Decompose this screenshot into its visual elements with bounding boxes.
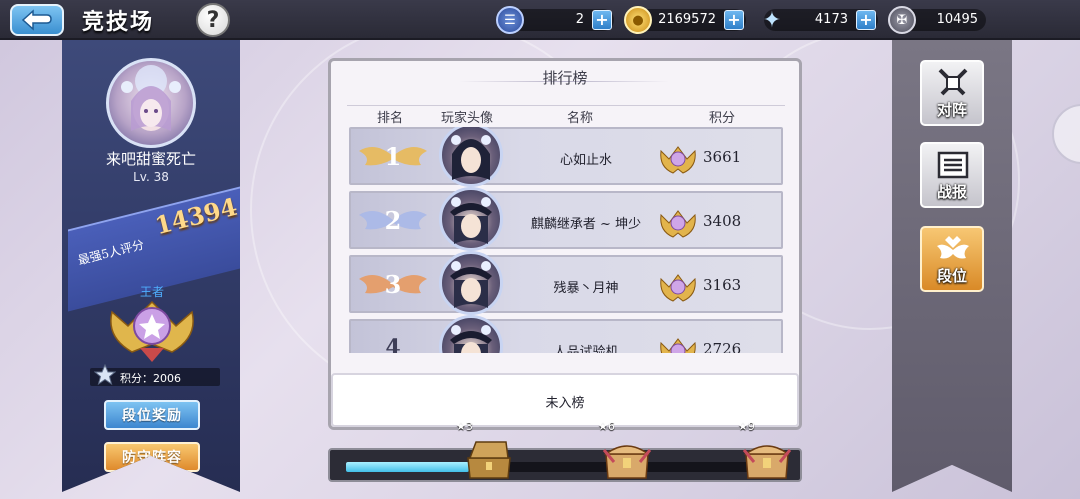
crystal-plus-button[interactable]: + xyxy=(856,10,876,30)
self-rank-status: 未入榜 xyxy=(545,396,585,411)
gold-plus-button[interactable]: + xyxy=(724,10,744,30)
back-arrow-icon xyxy=(21,9,52,31)
rank-wings-badge: 1 xyxy=(357,137,429,175)
column-rank: 排名 xyxy=(377,111,404,126)
chest-star-label: ★3 xyxy=(456,420,473,433)
self-rank-row: 未入榜 xyxy=(331,373,799,427)
rank-wings-badge: 3 xyxy=(357,265,429,303)
score-medal-icon xyxy=(660,146,696,174)
score-medal-icon xyxy=(660,210,696,238)
open-chest-icon xyxy=(467,441,511,479)
menu-label: 战报 xyxy=(936,183,967,201)
reward-chest-locked[interactable]: ★9 xyxy=(738,420,794,482)
score-cell: 3661 xyxy=(703,148,742,166)
progress-fill xyxy=(346,462,470,472)
menu-label: 对阵 xyxy=(936,101,967,119)
leaderboard-list[interactable]: 1 心如止水 3661 2 麒麟继承者 ~ 坤少 3408 3 残暴丶月神 31… xyxy=(349,127,783,353)
resource-gold: ● 2169572 + xyxy=(624,6,746,34)
resource-honor: ✠ 10495 xyxy=(888,6,986,34)
top-bar: 竞技场 ? ☰ 2 + ● 2169572 + ✦ 4173 + ✠ 10495 xyxy=(0,0,1080,40)
side-drawer-handle[interactable] xyxy=(1052,104,1080,164)
player-avatar-thumb[interactable] xyxy=(439,127,503,187)
menu-battle-report-button[interactable]: 战报 xyxy=(920,142,984,208)
rank-title: 王者 xyxy=(140,285,164,299)
resource-ticket: ☰ 2 + xyxy=(496,6,614,34)
player-avatar-thumb[interactable] xyxy=(439,315,503,353)
defense-lineup-button[interactable]: 防守阵容 xyxy=(104,442,200,472)
points-text: 积分：2006 xyxy=(120,372,181,385)
page-title: 竞技场 xyxy=(82,9,155,35)
points-star-icon xyxy=(94,364,116,386)
player-portrait-icon xyxy=(451,135,491,180)
column-name: 名称 xyxy=(567,111,594,126)
leaderboard-row[interactable]: 4 人品试验机 2726 xyxy=(349,315,783,353)
score-cell: 3163 xyxy=(703,276,742,294)
chest-star-label: ★9 xyxy=(738,420,755,433)
right-menu-panel: 对阵 战报 段位 xyxy=(892,40,1012,492)
rank-wings-icon xyxy=(937,236,969,259)
honor-shield-icon: ✠ xyxy=(888,6,916,34)
king-rank-badge-icon: 王者 xyxy=(110,285,194,362)
closed-chest-icon xyxy=(602,445,652,479)
help-button[interactable]: ? xyxy=(196,3,230,37)
chest-star-label: ★6 xyxy=(598,420,615,433)
crystal-count: 4173 xyxy=(814,12,848,27)
player-name-cell: 麒麟继承者 ~ 坤少 xyxy=(530,217,642,232)
menu-matchup-button[interactable]: 对阵 xyxy=(920,60,984,126)
player-name-cell: 残暴丶月神 xyxy=(553,281,619,296)
player-portrait-icon xyxy=(450,261,492,308)
ticket-plus-button[interactable]: + xyxy=(592,10,612,30)
rank-number: 2 xyxy=(384,205,402,235)
leaderboard-row[interactable]: 1 心如止水 3661 xyxy=(349,127,783,187)
column-avatar: 玩家头像 xyxy=(441,111,494,126)
reward-chest-locked[interactable]: ★6 xyxy=(598,420,654,482)
reward-chest-open[interactable]: ★3 xyxy=(456,420,516,482)
report-list-icon xyxy=(937,151,969,179)
leaderboard-row[interactable]: 3 残暴丶月神 3163 xyxy=(349,251,783,315)
menu-rank-button[interactable]: 段位 xyxy=(920,226,984,292)
player-avatar-thumb[interactable] xyxy=(439,187,503,251)
score-cell: 2726 xyxy=(703,340,742,353)
gold-coin-icon: ● xyxy=(624,6,652,34)
player-level: Lv. 38 xyxy=(133,170,169,184)
rank-wings-badge: 2 xyxy=(357,201,429,239)
header-divider xyxy=(347,105,785,106)
closed-chest-icon xyxy=(742,445,792,479)
ticket-icon: ☰ xyxy=(496,6,524,34)
honor-count: 10495 xyxy=(936,12,978,27)
crossed-swords-icon xyxy=(938,68,968,96)
player-name-cell: 人品试验机 xyxy=(553,345,619,353)
leaderboard-title: 排行榜 xyxy=(542,69,588,87)
leaderboard-row[interactable]: 2 麒麟继承者 ~ 坤少 3408 xyxy=(349,187,783,251)
player-panel: 来吧甜蜜死亡 Lv. 38 最强5人评分 14394 王者 积分：2006 段位… xyxy=(62,40,240,492)
rank-number: 3 xyxy=(384,269,402,299)
player-avatar[interactable] xyxy=(106,58,196,148)
ticket-count: 2 xyxy=(575,12,584,27)
player-portrait-icon xyxy=(450,325,492,353)
menu-label: 段位 xyxy=(936,267,967,285)
rank-reward-button[interactable]: 段位奖励 xyxy=(104,400,200,430)
leaderboard-panel: 排行榜 排名 玩家头像 名称 积分 1 心如止水 3661 2 麒麟继承者 ~ … xyxy=(328,58,802,430)
crystal-star-icon: ✦ xyxy=(762,7,782,33)
score-cell: 3408 xyxy=(703,212,742,230)
score-medal-icon xyxy=(660,274,696,302)
rank-number: 1 xyxy=(384,141,402,171)
rank-number: 4 xyxy=(385,335,401,353)
back-button[interactable] xyxy=(10,4,64,36)
player-name-cell: 心如止水 xyxy=(559,153,612,168)
gold-count: 2169572 xyxy=(658,12,716,27)
player-portrait-icon xyxy=(450,197,492,244)
score-medal-icon xyxy=(660,338,696,353)
points-bar: 积分：2006 xyxy=(90,364,220,386)
avatar-portrait-icon xyxy=(121,65,181,131)
star-progress-bar: ★3 ★6 ★9 xyxy=(328,420,802,482)
resource-crystal: ✦ 4173 + xyxy=(763,8,878,33)
progress-track xyxy=(346,462,786,472)
player-avatar-thumb[interactable] xyxy=(439,251,503,315)
player-name: 来吧甜蜜死亡 xyxy=(105,150,196,168)
column-score: 积分 xyxy=(709,111,736,126)
rank-emblem: 王者 xyxy=(102,282,202,362)
